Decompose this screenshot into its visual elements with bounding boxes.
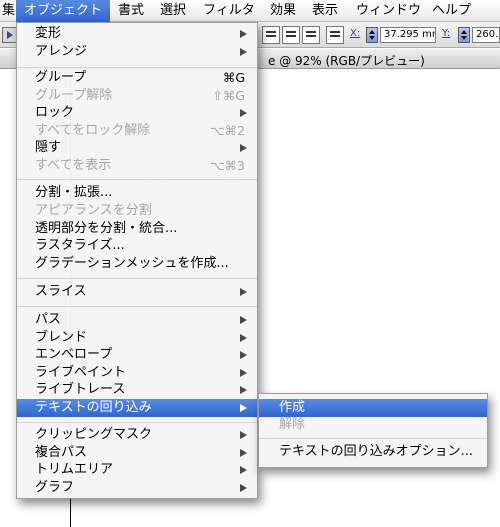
menu-item-unlock-all: すべてをロック解除 ⌥⌘2	[35, 123, 245, 138]
menu-item-rasterize[interactable]: ラスタライズ...	[17, 237, 257, 255]
menu-item-graph[interactable]: グラフ	[17, 479, 257, 497]
menubar-item-type[interactable]: 書式	[110, 0, 152, 22]
menu-item-ungroup: グループ解除 ⇧⌘G	[35, 88, 245, 103]
menu-separator	[17, 179, 257, 180]
menu-item-path[interactable]: パス	[17, 311, 257, 329]
submenu-arrow-icon	[240, 431, 247, 439]
submenu-arrow-icon	[240, 351, 247, 359]
submenu-arrow-icon	[240, 144, 247, 152]
x-coordinate-label: X:	[350, 28, 361, 39]
menubar-item-object[interactable]: オブジェクト	[16, 0, 111, 22]
menu-item-live-paint[interactable]: ライブペイント	[17, 364, 257, 382]
menu-item-slice[interactable]: スライス	[17, 283, 257, 301]
menu-item-text-wrap[interactable]: テキストの回り込み	[17, 399, 257, 417]
submenu-arrow-icon	[240, 369, 247, 377]
menu-item-blend[interactable]: ブレンド	[17, 329, 257, 347]
menu-item-hide[interactable]: 隠す	[17, 139, 257, 157]
x-coordinate-field[interactable]: 37.295 mm	[380, 27, 436, 43]
menu-item-lock[interactable]: ロック	[17, 104, 257, 122]
menu-item-compound-path[interactable]: 複合パス	[17, 444, 257, 462]
shortcut: ⌘G	[222, 70, 245, 85]
submenu-arrow-icon	[240, 404, 247, 412]
menu-item-group[interactable]: グループ ⌘G	[17, 69, 257, 87]
menubar-item-effect[interactable]: 効果	[262, 0, 304, 22]
submenu-arrow-icon	[240, 48, 247, 56]
menu-separator	[259, 438, 487, 439]
shortcut: ⇧⌘G	[212, 88, 245, 103]
menu-item-live-trace[interactable]: ライブトレース	[17, 381, 257, 399]
submenu-arrow-icon	[240, 109, 247, 117]
menubar-item-select[interactable]: 選択	[152, 0, 194, 22]
menu-item-create-gradient-mesh[interactable]: グラデーションメッシュを作成...	[17, 255, 257, 273]
menubar-item-window[interactable]: ウィンドウ	[348, 0, 429, 22]
menu-item-clipping-mask[interactable]: クリッピングマスク	[17, 426, 257, 444]
submenu-item-release: 解除	[279, 417, 306, 432]
align-left-icon[interactable]	[262, 26, 280, 44]
submenu-arrow-icon	[240, 288, 247, 296]
menu-item-show-all: すべてを表示 ⌥⌘3	[35, 158, 245, 173]
menubar-item-view[interactable]: 表示	[304, 0, 346, 22]
menu-item-expand[interactable]: 分割・拡張...	[17, 184, 257, 202]
submenu-arrow-icon	[240, 316, 247, 324]
menu-item-expand-appearance: アピアランスを分割	[35, 203, 152, 218]
menubar-item-help[interactable]: ヘルプ	[424, 0, 479, 22]
object-menu: 変形 アレンジ グループ ⌘G グループ解除 ⇧⌘G ロック すべてをロック解除 ⌥⌘…	[16, 22, 258, 499]
submenu-item-text-wrap-options[interactable]: テキストの回り込みオプション...	[259, 443, 487, 461]
menu-separator	[17, 67, 257, 68]
x-stepper[interactable]	[366, 27, 378, 43]
shortcut: ⌥⌘2	[210, 123, 245, 138]
submenu-arrow-icon	[240, 334, 247, 342]
menu-separator	[17, 422, 257, 423]
document-title: e @ 92% (RGB/プレビュー)	[268, 54, 425, 68]
submenu-item-make[interactable]: 作成	[259, 399, 487, 417]
y-coordinate-field[interactable]: 260.8	[472, 27, 500, 43]
submenu-arrow-icon	[240, 449, 247, 457]
align-right-icon[interactable]	[302, 26, 320, 44]
submenu-arrow-icon	[240, 466, 247, 474]
submenu-arrow-icon	[240, 386, 247, 394]
y-coordinate-label: Y:	[442, 28, 451, 39]
menu-separator	[17, 278, 257, 279]
y-stepper[interactable]	[458, 27, 470, 43]
menu-separator	[17, 306, 257, 307]
menu-item-envelope[interactable]: エンベロープ	[17, 346, 257, 364]
shortcut: ⌥⌘3	[210, 158, 245, 173]
text-wrap-submenu: 作成 解除 テキストの回り込みオプション...	[258, 393, 488, 468]
menu-item-transform[interactable]: 変形	[17, 25, 257, 43]
submenu-arrow-icon	[240, 484, 247, 492]
distribute-icon[interactable]	[326, 26, 344, 44]
menubar-item-filter[interactable]: フィルタ	[195, 0, 263, 22]
submenu-arrow-icon	[240, 30, 247, 38]
align-center-icon[interactable]	[282, 26, 300, 44]
menubar: 集 オブジェクト 書式 選択 フィルタ 効果 表示 ウィンドウ ヘルプ	[0, 0, 500, 22]
menu-item-arrange[interactable]: アレンジ	[17, 43, 257, 61]
menu-item-crop-area[interactable]: トリムエリア	[17, 461, 257, 479]
menu-item-flatten-transparency[interactable]: 透明部分を分割・統合...	[17, 220, 257, 238]
